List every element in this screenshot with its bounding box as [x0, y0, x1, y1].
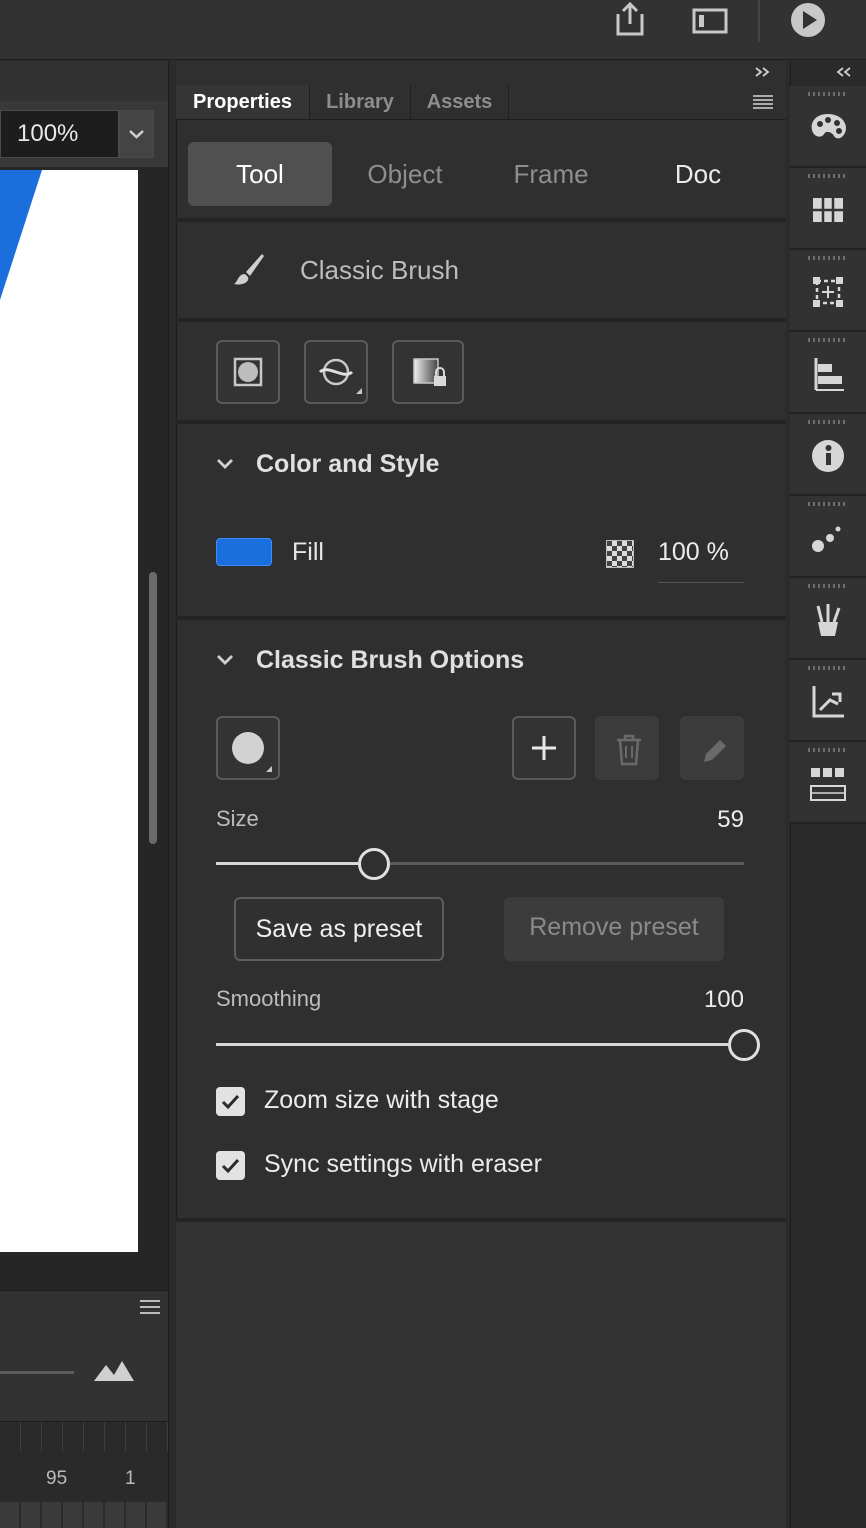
- palette-icon: [811, 114, 846, 139]
- chevron-down-icon[interactable]: [214, 649, 236, 676]
- zoom-size-checkbox[interactable]: [216, 1087, 245, 1116]
- sync-eraser-label[interactable]: Sync settings with eraser: [264, 1150, 542, 1179]
- strip-motion-editor-panel[interactable]: [790, 660, 866, 742]
- stage-header: [0, 61, 170, 101]
- strip-align-panel[interactable]: [790, 332, 866, 414]
- top-toolbar: [0, 0, 866, 60]
- zoom-input[interactable]: 100%: [0, 110, 119, 158]
- swatches-icon: [813, 198, 843, 222]
- size-slider-fill: [216, 862, 359, 865]
- delete-brush-button[interactable]: [595, 716, 659, 780]
- play-icon[interactable]: [788, 0, 828, 40]
- fill-label: Fill: [292, 538, 324, 566]
- pencil-icon: [704, 740, 726, 762]
- opacity-checker-icon: [606, 540, 634, 568]
- transform-icon: [813, 277, 843, 307]
- panel-menu-icon[interactable]: [752, 94, 774, 115]
- timeline-frames[interactable]: 95 1: [0, 1421, 170, 1528]
- stage-canvas[interactable]: [0, 170, 138, 1252]
- smoothing-label: Smoothing: [216, 986, 322, 1011]
- brush-icon: [228, 250, 268, 295]
- strip-transform-panel[interactable]: [790, 250, 866, 332]
- trash-icon: [617, 734, 641, 766]
- save-preset-button[interactable]: Save as preset: [234, 897, 444, 961]
- panel-top-bar: [176, 61, 786, 85]
- timeline-menu-icon[interactable]: [139, 1299, 161, 1320]
- collapse-strip-icon[interactable]: [836, 65, 854, 84]
- brush-shape-icon: [232, 732, 272, 772]
- panel-empty-area: [176, 1222, 786, 1528]
- tab-library[interactable]: Library: [310, 85, 411, 119]
- section-title-brush-options[interactable]: Classic Brush Options: [256, 646, 524, 675]
- segment-tool[interactable]: Tool: [188, 142, 332, 206]
- mountains-icon[interactable]: [92, 1355, 136, 1390]
- share-icon[interactable]: [610, 0, 650, 40]
- strip-color-panel[interactable]: [790, 86, 866, 168]
- info-icon: [812, 440, 844, 472]
- zoom-size-label[interactable]: Zoom size with stage: [264, 1086, 499, 1115]
- frame-number: 95: [46, 1468, 68, 1489]
- divider: [176, 119, 786, 120]
- checkmark-icon: [221, 1094, 240, 1110]
- brush-cup-icon: [816, 604, 841, 636]
- divider: [176, 318, 786, 322]
- smoothing-slider-fill: [216, 1043, 728, 1046]
- segment-object[interactable]: Object: [333, 142, 477, 206]
- components-icon: [810, 768, 846, 801]
- smoothing-value[interactable]: 100: [680, 986, 744, 1014]
- sync-eraser-checkbox[interactable]: [216, 1151, 245, 1180]
- object-drawing-mode-button[interactable]: [216, 340, 280, 404]
- strip-info-panel[interactable]: [790, 414, 866, 496]
- timeline-panel: 95 1: [0, 1290, 170, 1528]
- size-value[interactable]: 59: [690, 806, 744, 834]
- brush-stroke: [0, 170, 42, 300]
- tab-assets[interactable]: Assets: [411, 85, 509, 119]
- edit-brush-button[interactable]: [680, 716, 744, 780]
- brush-shape-button[interactable]: [216, 716, 280, 780]
- segment-frame[interactable]: Frame: [479, 142, 623, 206]
- vertical-scrollbar[interactable]: [149, 572, 157, 844]
- segment-doc[interactable]: Doc: [626, 142, 770, 206]
- strip-swatches-panel[interactable]: [790, 168, 866, 250]
- chevron-down-icon[interactable]: [214, 453, 236, 480]
- align-icon: [814, 358, 844, 391]
- smoothing-slider-thumb[interactable]: [728, 1029, 760, 1061]
- remove-preset-button[interactable]: Remove preset: [504, 897, 724, 961]
- section-title-color-style[interactable]: Color and Style: [256, 450, 439, 479]
- graph-icon: [812, 686, 844, 718]
- brush-mode-icon: [318, 358, 362, 394]
- fill-opacity-input[interactable]: 100 %: [658, 538, 744, 583]
- timeline-slider[interactable]: [0, 1371, 74, 1374]
- motion-dots-icon: [812, 526, 841, 552]
- size-label: Size: [216, 806, 259, 831]
- collapse-panel-icon[interactable]: [754, 65, 772, 82]
- toolbar-divider: [758, 0, 760, 42]
- plus-icon: [532, 736, 556, 760]
- divider: [176, 420, 786, 424]
- checkmark-icon: [221, 1158, 240, 1174]
- object-drawing-icon: [233, 357, 263, 387]
- divider: [176, 616, 786, 620]
- panel-divider[interactable]: [168, 61, 176, 1528]
- tool-name: Classic Brush: [300, 255, 459, 285]
- lock-fill-icon: [413, 358, 446, 386]
- tab-properties[interactable]: Properties: [176, 85, 310, 119]
- strip-components-panel[interactable]: [790, 742, 866, 824]
- chevron-down-icon: [129, 130, 144, 139]
- zoom-dropdown-button[interactable]: [119, 110, 154, 158]
- add-brush-button[interactable]: [512, 716, 576, 780]
- brush-mode-button[interactable]: [304, 340, 368, 404]
- fill-color-swatch[interactable]: [216, 538, 272, 566]
- strip-brush-library-panel[interactable]: [790, 578, 866, 660]
- strip-motion-presets-panel[interactable]: [790, 496, 866, 578]
- screen-mode-icon[interactable]: [690, 0, 730, 40]
- divider: [176, 218, 786, 222]
- frame-number: 1: [125, 1468, 136, 1489]
- lock-fill-button[interactable]: [392, 340, 464, 404]
